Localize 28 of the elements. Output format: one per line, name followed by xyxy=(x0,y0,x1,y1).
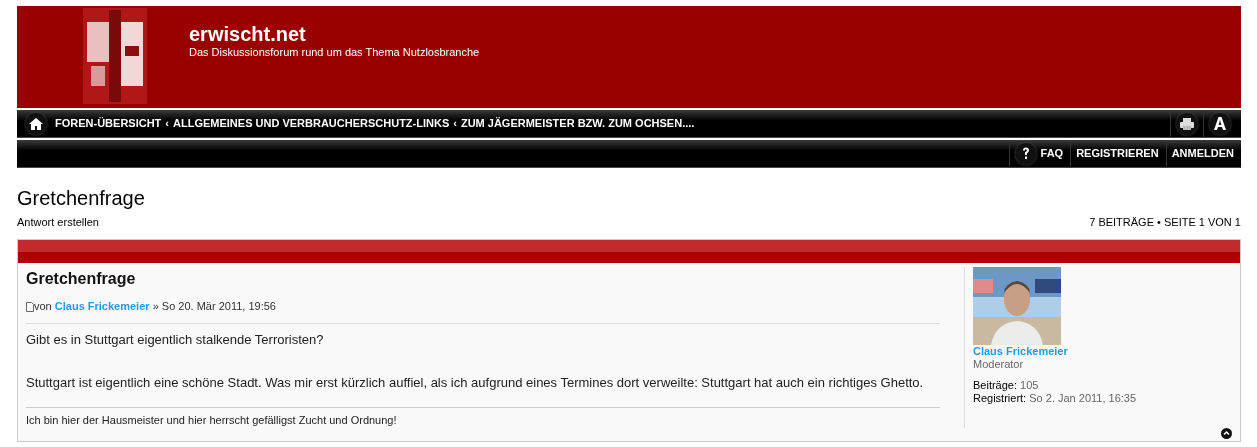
printer-icon xyxy=(1176,112,1198,135)
site-tagline: Das Diskussionsforum rund um das Thema Nutzlosbranche xyxy=(189,46,480,60)
nav-link[interactable]: ANMELDEN xyxy=(1165,139,1241,168)
post-paragraph: Stuttgart ist eigentlich eine schöne Stadt. Was mir erst kürzlich auffiel, als ich aufgrund eines Termines dort verweilte: Stuttgart hat auch ein richtiges Ghetto. xyxy=(26,374,925,392)
site-title[interactable]: erwischt.net xyxy=(189,22,480,46)
breadcrumb-separator: ‹ xyxy=(453,116,457,132)
back-to-top-icon[interactable] xyxy=(1221,428,1232,439)
breadcrumb-link[interactable]: ZUM JÄGERMEISTER BZW. ZUM OCHSEN.... xyxy=(460,115,695,132)
post-title: Gretchenfrage xyxy=(26,268,137,289)
pagination-text: 7 BEITRÄGE • SEITE 1 VON 1 xyxy=(1089,215,1241,230)
stat-label: Registriert: xyxy=(973,392,1027,405)
breadcrumb-link[interactable]: ALLGEMEINES UND VERBRAUCHERSCHUTZ-LINKS xyxy=(173,115,450,132)
breadcrumb-link[interactable]: FOREN-ÜBERSICHT xyxy=(55,115,162,132)
stat-value: So 2. Jan 2011, 16:35 xyxy=(1029,392,1137,405)
nav-link[interactable]: REGISTRIEREN xyxy=(1070,139,1166,168)
breadcrumb-separator: ‹ xyxy=(165,116,169,132)
font-size-icon xyxy=(1209,112,1231,135)
post-meta: von Claus Frickemeier » So 20. Mär 2011, 19:56 xyxy=(34,299,276,315)
nav-link[interactable]: FAQ xyxy=(1008,139,1071,168)
user-rank: Moderator xyxy=(973,357,1025,371)
help-icon xyxy=(1014,142,1037,165)
topic-title: Gretchenfrage xyxy=(17,186,146,210)
stat-label: Beiträge: xyxy=(973,378,1018,391)
stat-value: 105 xyxy=(1020,378,1039,391)
reply-link[interactable]: Antwort erstellen xyxy=(17,214,99,231)
home-icon[interactable] xyxy=(25,112,47,135)
signature-text: Ich bin hier der Hausmeister und hier herrscht gefälligst Zucht und Ordnung! xyxy=(26,406,940,428)
post-paragraph: Gibt es in Stuttgart eigentlich stalkende Terroristen? xyxy=(26,330,325,349)
